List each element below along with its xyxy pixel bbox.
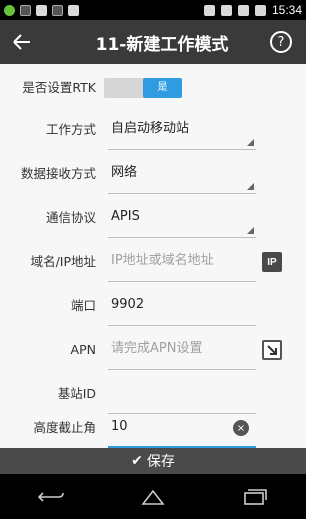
work-mode-row: 工作方式 自启动移动站: [0, 110, 306, 150]
work-mode-label: 工作方式: [45, 122, 96, 137]
dropdown-arrow-icon: [247, 183, 254, 190]
apn-row: APN 请完成APN设置: [0, 330, 306, 370]
nav-back-icon: [37, 491, 64, 502]
app-notification-icon: [4, 4, 15, 16]
port-row: 端口 9902: [0, 286, 306, 326]
protocol-row: 通信协议 APIS: [0, 198, 306, 238]
rtk-row: 是否设置RTK 是: [0, 68, 306, 108]
rtk-toggle-on: 是: [143, 78, 182, 98]
image-icon: [20, 4, 31, 16]
back-button[interactable]: [0, 20, 44, 64]
dropdown-arrow-icon: [247, 139, 254, 146]
domain-ip-input[interactable]: IP地址或域名地址: [108, 242, 256, 282]
clear-icon[interactable]: ×: [233, 420, 249, 436]
back-arrow-icon: [13, 34, 30, 50]
wifi-icon: [68, 4, 79, 16]
data-receive-label: 数据接收方式: [20, 166, 96, 181]
nav-home-icon: [141, 489, 165, 505]
data-receive-select[interactable]: 网络: [108, 154, 256, 194]
nav-recents-button[interactable]: [233, 482, 277, 512]
protocol-select[interactable]: APIS: [108, 198, 256, 238]
wifi-icon: [220, 4, 232, 16]
domain-ip-label: 域名/IP地址: [30, 254, 96, 269]
rtk-label: 是否设置RTK: [22, 80, 96, 95]
work-mode-select[interactable]: 自启动移动站: [108, 110, 256, 150]
apn-label: APN: [70, 342, 96, 357]
edit-apn-icon[interactable]: [262, 340, 282, 360]
page-title: 11-新建工作模式: [95, 34, 229, 55]
rtk-toggle[interactable]: 是: [104, 78, 182, 98]
work-mode-value: 自启动移动站: [111, 121, 190, 136]
save-label: 保存: [146, 454, 175, 470]
checkmark-icon: ✔: [131, 453, 143, 469]
signal-icon: [237, 4, 249, 16]
status-right-icons: 15:34: [203, 3, 302, 17]
apn-input[interactable]: 请完成APN设置: [108, 330, 256, 370]
status-bar: 15:34: [0, 0, 306, 20]
help-button[interactable]: ?: [270, 31, 292, 53]
ip-icon[interactable]: IP: [262, 252, 282, 272]
image-icon: [52, 4, 63, 16]
data-receive-value: 网络: [111, 165, 138, 180]
status-time: 15:34: [271, 3, 302, 17]
status-left-icons: [4, 4, 79, 16]
nav-recents-icon: [244, 488, 267, 505]
battery-icon: [254, 4, 266, 16]
nav-back-button[interactable]: [29, 482, 73, 512]
data-receive-row: 数据接收方式 网络: [0, 154, 306, 194]
protocol-value: APIS: [111, 209, 140, 224]
system-nav-bar: [0, 474, 306, 519]
sync-icon: [36, 4, 47, 16]
sim-icon: [203, 4, 215, 16]
nav-home-button[interactable]: [131, 482, 175, 512]
port-input[interactable]: 9902: [108, 286, 256, 326]
cutoff-angle-row: 高度截止角 10 ×: [0, 408, 306, 448]
help-icon: ?: [277, 34, 285, 50]
domain-ip-row: 域名/IP地址 IP地址或域名地址 IP: [0, 242, 306, 282]
dropdown-arrow-icon: [247, 227, 254, 234]
protocol-label: 通信协议: [45, 210, 96, 225]
form-content: 是否设置RTK 是 工作方式 自启动移动站 数据接收方式 网络 通信协议 API…: [0, 64, 306, 448]
edit-arrow-icon: [267, 345, 277, 355]
port-label: 端口: [70, 298, 96, 313]
cutoff-angle-label: 高度截止角: [33, 420, 96, 435]
save-button[interactable]: ✔ 保存: [0, 448, 306, 474]
app-bar: 11-新建工作模式 ?: [0, 20, 306, 64]
